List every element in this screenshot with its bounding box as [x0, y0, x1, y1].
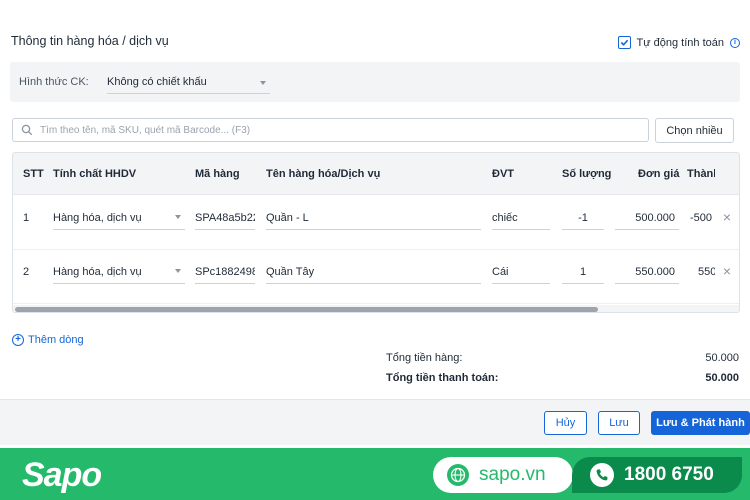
row-unit-field[interactable]: chiếc	[492, 206, 550, 230]
search-input[interactable]	[40, 124, 640, 136]
info-icon[interactable]: i	[730, 37, 740, 48]
header-stt: STT	[23, 168, 44, 180]
chevron-down-icon	[260, 81, 266, 85]
payment-total-label: Tổng tiền thanh toán:	[386, 372, 499, 384]
row-name-field[interactable]: Quần Tây	[266, 260, 481, 284]
check-icon	[620, 39, 628, 46]
payment-total-value: 50.000	[705, 372, 739, 384]
save-button[interactable]: Lưu	[598, 411, 640, 435]
row-stt: 2	[23, 266, 30, 278]
auto-calc-label: Tự động tính toán	[636, 36, 724, 49]
table-header: STT Tính chất HHDV Mã hàng Tên hàng hóa/…	[13, 153, 739, 195]
row-unit-field[interactable]: Cái	[492, 260, 550, 284]
header-unit: ĐVT	[492, 168, 514, 180]
header-code: Mã hàng	[195, 168, 240, 180]
globe-icon	[447, 464, 469, 486]
auto-calc-checkbox[interactable]	[617, 36, 631, 49]
add-row-button[interactable]: + Thêm dòng	[12, 334, 84, 346]
header-qty: Số lượng	[562, 168, 612, 180]
scrollbar-thumb[interactable]	[15, 307, 598, 312]
table-row: 2 Hàng hóa, dịch vụ SPc1882498 Quần Tây …	[13, 250, 739, 304]
plus-circle-icon: +	[12, 334, 24, 346]
discount-select[interactable]: Không có chiết khấu	[107, 72, 270, 94]
row-price-field[interactable]: 500.000	[615, 206, 679, 230]
row-price-field[interactable]: 550.000	[615, 260, 679, 284]
row-stt: 1	[23, 212, 30, 224]
table-row: 1 Hàng hóa, dịch vụ SPA48a5b22 Quần - L …	[13, 196, 739, 250]
hotline-text: 1800 6750	[624, 464, 714, 485]
row-nature-select[interactable]: Hàng hóa, dịch vụ	[53, 260, 185, 284]
sapo-logo: Sapo	[22, 456, 102, 494]
close-icon[interactable]: ×	[723, 210, 731, 224]
discount-label: Hình thức CK:	[19, 76, 89, 88]
auto-calc-toggle[interactable]: Tự động tính toán i	[617, 36, 740, 49]
phone-icon	[590, 463, 614, 487]
discount-select-value: Không có chiết khấu	[107, 76, 207, 88]
row-name-field[interactable]: Quần - L	[266, 206, 481, 230]
row-amount: -500	[690, 212, 713, 224]
header-price: Đơn giá	[638, 168, 680, 180]
discount-panel: Hình thức CK: Không có chiết khấu	[10, 62, 740, 102]
row-code-field[interactable]: SPc1882498	[195, 260, 255, 284]
add-row-label: Thêm dòng	[28, 334, 84, 346]
product-search[interactable]	[12, 118, 649, 142]
cancel-button[interactable]: Hủy	[544, 411, 587, 435]
goods-total-label: Tổng tiền hàng:	[386, 352, 463, 364]
section-title: Thông tin hàng hóa / dịch vụ	[11, 34, 169, 48]
header-amount: Thành	[687, 168, 715, 180]
chevron-down-icon	[175, 215, 181, 219]
row-nature-select[interactable]: Hàng hóa, dịch vụ	[53, 206, 185, 230]
hotline-pill[interactable]: 1800 6750	[572, 457, 742, 493]
search-icon	[21, 124, 33, 136]
website-text: sapo.vn	[479, 464, 546, 485]
row-qty-field[interactable]: 1	[562, 260, 604, 284]
goods-total-value: 50.000	[705, 352, 739, 364]
close-icon[interactable]: ×	[723, 264, 731, 278]
row-nature-value: Hàng hóa, dịch vụ	[53, 266, 142, 278]
chevron-down-icon	[175, 269, 181, 273]
items-table: STT Tính chất HHDV Mã hàng Tên hàng hóa/…	[12, 152, 740, 313]
choose-many-button[interactable]: Chọn nhiều	[655, 118, 734, 143]
row-code-field[interactable]: SPA48a5b22	[195, 206, 255, 230]
row-amount: 550	[698, 266, 715, 278]
header-name: Tên hàng hóa/Dịch vụ	[266, 168, 381, 180]
row-nature-value: Hàng hóa, dịch vụ	[53, 212, 142, 224]
save-issue-button[interactable]: Lưu & Phát hành	[651, 411, 750, 435]
row-qty-field[interactable]: -1	[562, 206, 604, 230]
header-nature: Tính chất HHDV	[53, 168, 137, 180]
website-pill[interactable]: sapo.vn	[433, 457, 573, 493]
